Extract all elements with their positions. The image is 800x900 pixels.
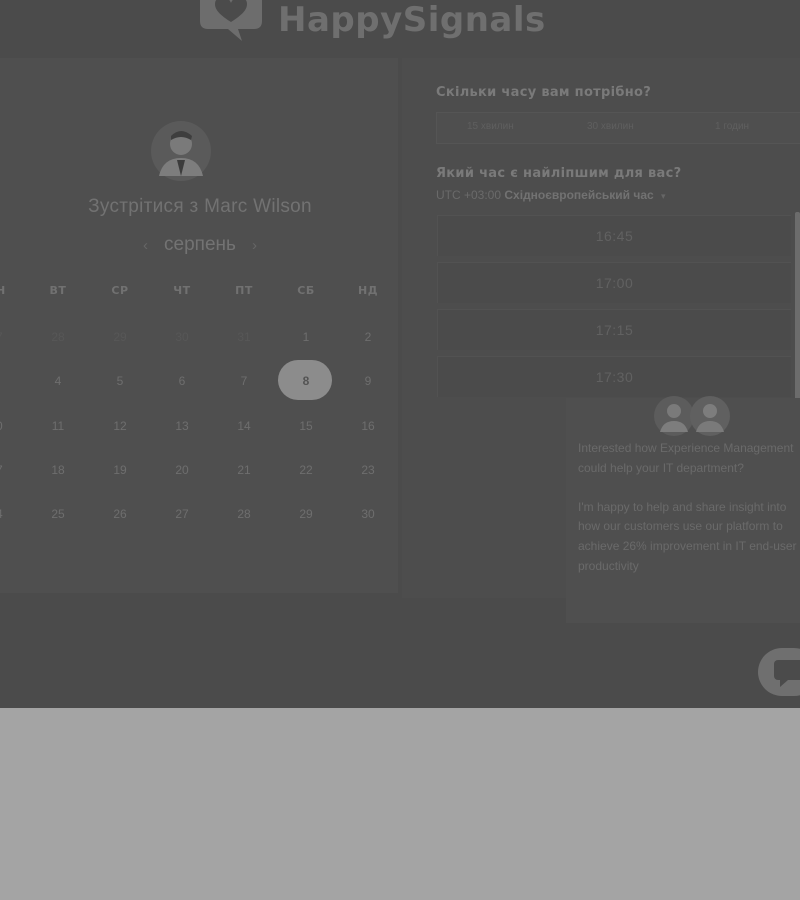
calendar-day[interactable]: 20 [162, 463, 202, 477]
brand-name: HappySignals [278, 0, 546, 40]
weekday-label: чт [173, 284, 191, 297]
calendar-day[interactable]: 18 [38, 463, 78, 477]
duration-option-30[interactable]: 30 хвилин [587, 121, 634, 132]
calendar-day[interactable]: 26 [100, 507, 140, 521]
time-slot[interactable]: 17:30 [437, 356, 791, 397]
meeting-title: Зустрітися з Marc Wilson [88, 196, 312, 217]
calendar-day[interactable]: 9 [348, 374, 388, 388]
page-background [0, 708, 800, 900]
timezone-name: Східноєвропейський час [504, 188, 654, 202]
calendar-day[interactable]: 7 [224, 374, 264, 388]
calendar-day[interactable]: 12 [100, 419, 140, 433]
calendar-day[interactable]: 2 [348, 330, 388, 344]
calendar-day[interactable]: 30 [348, 507, 388, 521]
calendar-day[interactable]: 21 [224, 463, 264, 477]
calendar-day: 30 [175, 330, 189, 344]
calendar-day[interactable]: 22 [286, 463, 326, 477]
chat-message: Interested how Experience Management cou… [578, 439, 800, 596]
calendar-day[interactable]: 16 [348, 419, 388, 433]
time-slot[interactable]: 17:15 [437, 309, 791, 350]
heart-speech-bubble-icon [200, 0, 262, 41]
weekday-label: сб [297, 284, 315, 297]
calendar-day: 29 [113, 330, 127, 344]
calendar-day: 27 [0, 330, 16, 344]
calendar-day[interactable]: 6 [162, 374, 202, 388]
time-slots-scrollbar[interactable] [795, 212, 800, 414]
previous-month-button[interactable]: ‹ [133, 237, 158, 254]
weekday-label: пт [235, 284, 253, 297]
calendar-day[interactable]: 5 [100, 374, 140, 388]
calendar-day[interactable]: 1 [286, 330, 326, 344]
brand-logo: HappySignals [190, 0, 546, 50]
duration-option-15[interactable]: 15 хвилин [467, 121, 514, 132]
calendar-day[interactable]: 25 [38, 507, 78, 521]
calendar-day[interactable]: 10 [0, 419, 16, 433]
calendar-day[interactable]: 27 [162, 507, 202, 521]
chevron-down-icon: ▾ [661, 191, 666, 201]
time-slot[interactable]: 17:00 [437, 262, 791, 303]
chat-agent-avatars [654, 396, 730, 436]
calendar-day[interactable]: 24 [0, 507, 16, 521]
time-slot[interactable]: 16:45 [437, 215, 791, 256]
timezone-selector[interactable]: UTC +03:00 Східноєвропейський час ▾ [436, 188, 666, 202]
weekday-label: вт [49, 284, 67, 297]
weekday-label: ср [111, 284, 129, 297]
calendar-day[interactable]: 15 [286, 419, 326, 433]
calendar-day[interactable]: 23 [348, 463, 388, 477]
host-avatar [151, 121, 211, 181]
calendar-day[interactable]: 19 [100, 463, 140, 477]
calendar-day[interactable]: 28 [224, 507, 264, 521]
weekday-label: пн [0, 284, 6, 297]
time-question: Який час є найліпшим для вас? [436, 166, 682, 181]
chat-message-intro: Interested how Experience Management cou… [578, 441, 794, 475]
month-navigation: ‹ серпень › [0, 234, 420, 256]
duration-question: Скільки часу вам потрібно? [436, 85, 652, 100]
calendar-day[interactable]: 14 [224, 419, 264, 433]
calendar-day-selected[interactable]: 8 [286, 374, 326, 388]
timezone-offset: UTC +03:00 [436, 188, 502, 202]
calendar-day[interactable]: 3 [0, 374, 16, 388]
calendar-day[interactable]: 17 [0, 463, 16, 477]
duration-option-60[interactable]: 1 годин [715, 121, 749, 132]
page-overlay: HappySignals Зустрітися з Marc Wilson ‹ … [0, 0, 800, 708]
calendar-day[interactable]: 13 [162, 419, 202, 433]
next-month-button[interactable]: › [242, 237, 267, 254]
calendar-day[interactable]: 11 [38, 419, 78, 433]
current-month: серпень [164, 234, 236, 255]
weekday-label: нд [357, 284, 378, 297]
duration-selector: 15 хвилин 30 хвилин 1 годин [436, 112, 800, 144]
chat-launcher-icon[interactable] [758, 648, 800, 696]
calendar-day[interactable]: 4 [38, 374, 78, 388]
calendar-day: 28 [51, 330, 65, 344]
calendar-day[interactable]: 29 [286, 507, 326, 521]
calendar-day: 31 [237, 330, 251, 344]
chat-message-offer: I'm happy to help and share insight into… [578, 499, 797, 573]
